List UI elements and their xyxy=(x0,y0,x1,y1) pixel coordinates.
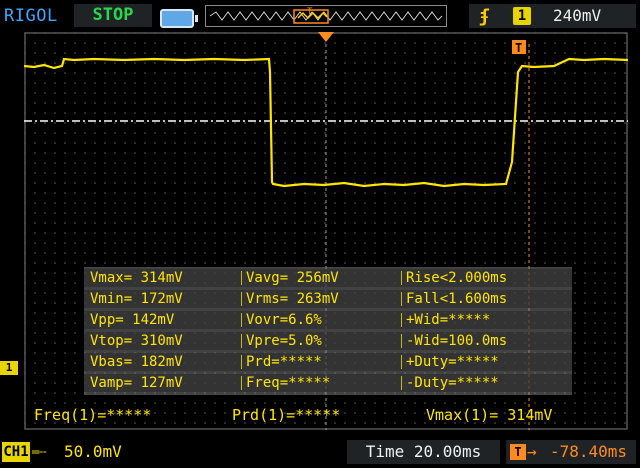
column-divider xyxy=(401,355,402,369)
column-divider xyxy=(241,376,242,390)
measurement-panel: Vmax= 314mV Vavg= 256mV Rise<2.000ms Vmin= … xyxy=(84,267,572,395)
column-divider xyxy=(401,376,402,390)
trigger-offset-setting[interactable]: T → -78.40ms xyxy=(506,440,636,464)
top-status-bar: RIGOL STOP T ʄ 1 240mV xyxy=(0,0,640,32)
column-divider xyxy=(241,292,242,306)
bottom-status-bar: CH1 ═╌ 50.0mV Time 20.00ms T → -78.40ms xyxy=(0,436,640,468)
measurement-row: Vbas= 182mV Prd=***** +Duty=***** xyxy=(84,353,572,371)
measurement-value: Vpp= 142mV xyxy=(90,312,175,328)
measurement-value: Vmin= 172mV xyxy=(90,291,183,307)
column-divider xyxy=(241,355,242,369)
measurement-value: Vovr=6.6% xyxy=(246,312,322,328)
rising-edge-icon: ʄ xyxy=(479,6,490,27)
measurement-value: Vamp= 127mV xyxy=(90,375,183,391)
measurement-row: Vmin= 172mV Vrms= 263mV Fall<1.600ms xyxy=(84,290,572,308)
column-divider xyxy=(241,271,242,285)
measurement-value: Vbas= 182mV xyxy=(90,354,183,370)
column-divider xyxy=(241,313,242,327)
summary-period: Prd(1)=***** xyxy=(232,406,341,424)
measurement-row: Vmax= 314mV Vavg= 256mV Rise<2.000ms xyxy=(84,269,572,287)
measurement-value: Vavg= 256mV xyxy=(246,270,339,286)
measurement-value: Vrms= 263mV xyxy=(246,291,339,307)
dc-coupling-icon: ═╌ xyxy=(32,445,47,459)
measurement-value: Rise<2.000ms xyxy=(406,270,508,286)
ch1-offset-marker[interactable]: 1 xyxy=(0,361,18,375)
column-divider xyxy=(401,334,402,348)
trigger-level: 240mV xyxy=(553,6,602,25)
trigger-offset-icon: T xyxy=(510,444,526,460)
measurement-value: -Duty=***** xyxy=(406,375,499,391)
summary-freq: Freq(1)=***** xyxy=(34,406,152,424)
timebase-setting[interactable]: Time 20.00ms xyxy=(347,440,500,464)
svg-text:T: T xyxy=(515,41,522,55)
brand-logo: RIGOL xyxy=(4,6,58,26)
measurement-value: +Wid=***** xyxy=(406,312,491,328)
measurement-value: -Wid=100.0ms xyxy=(406,333,508,349)
measurement-value: Vtop= 310mV xyxy=(90,333,183,349)
column-divider xyxy=(401,313,402,327)
measurement-value: Vpre=5.0% xyxy=(246,333,322,349)
measurement-value: Freq=***** xyxy=(246,375,331,391)
measurement-value: Fall<1.600ms xyxy=(406,291,508,307)
channel-vertical-scale: 50.0mV xyxy=(64,442,122,461)
memory-preview-wave: T xyxy=(209,7,443,24)
measurement-value: Prd=***** xyxy=(246,354,322,370)
trigger-offset-value: -78.40ms xyxy=(550,442,628,461)
memory-window-indicator[interactable]: T xyxy=(205,5,447,27)
measurement-value: Vmax= 314mV xyxy=(90,270,183,286)
run-stop-status[interactable]: STOP xyxy=(74,4,152,27)
trigger-source-badge: 1 xyxy=(513,7,531,25)
arrow-right-icon: → xyxy=(527,442,537,461)
channel-label: CH1 xyxy=(2,442,30,462)
memory-trigger-icon: T xyxy=(307,7,313,17)
trigger-settings[interactable]: ʄ 1 240mV xyxy=(469,4,636,28)
column-divider xyxy=(401,292,402,306)
measurement-value: +Duty=***** xyxy=(406,354,499,370)
battery-icon xyxy=(160,9,198,28)
measurement-row: Vamp= 127mV Freq=***** -Duty=***** xyxy=(84,374,572,392)
column-divider xyxy=(401,271,402,285)
column-divider xyxy=(241,334,242,348)
measurement-row: Vtop= 310mV Vpre=5.0% -Wid=100.0ms xyxy=(84,332,572,350)
measurement-row: Vpp= 142mV Vovr=6.6% +Wid=***** xyxy=(84,311,572,329)
summary-vmax: Vmax(1)= 314mV xyxy=(426,406,553,424)
